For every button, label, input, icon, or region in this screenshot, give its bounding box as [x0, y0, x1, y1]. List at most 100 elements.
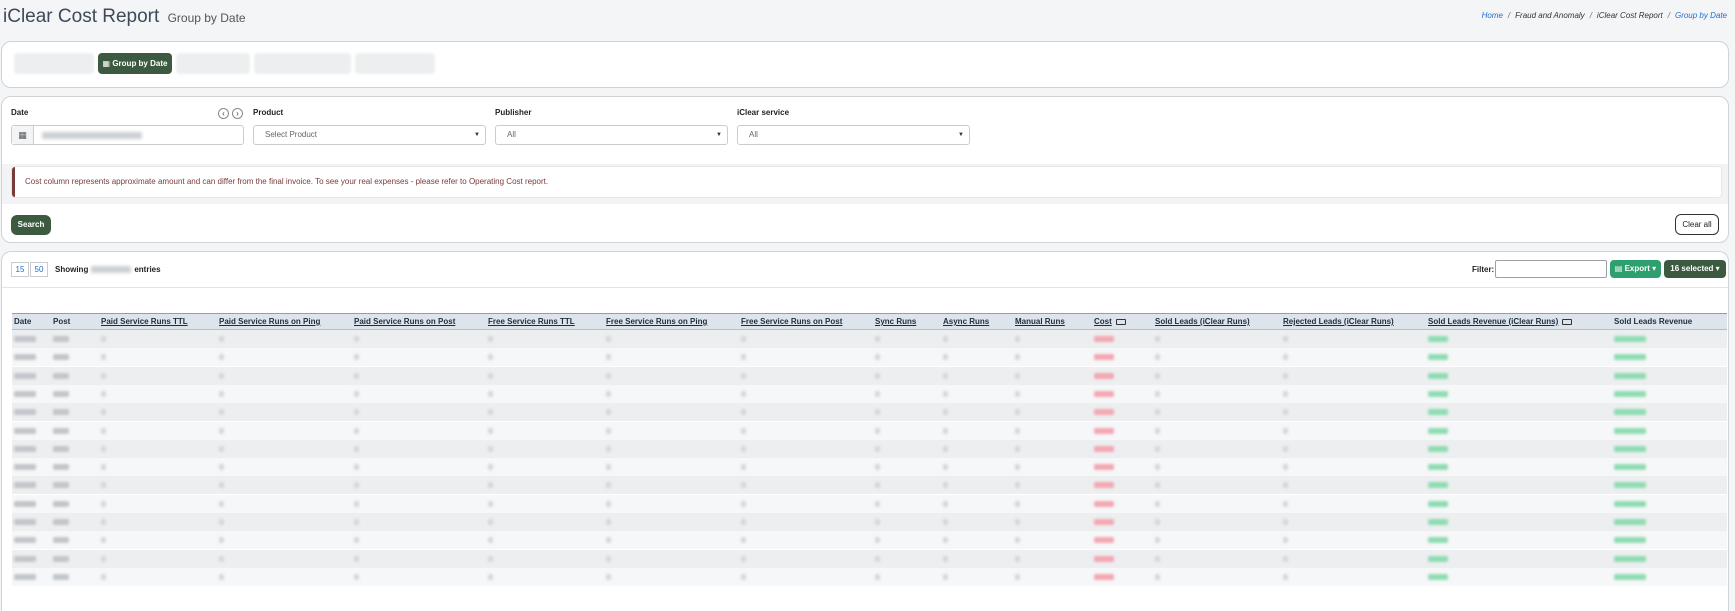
- table-row: [12, 421, 1727, 440]
- table-cell-blurred: [1015, 409, 1020, 416]
- column-header-free-post[interactable]: Free Service Runs on Post: [741, 317, 842, 326]
- table-cell-blurred: [354, 519, 359, 525]
- service-select[interactable]: All ▼: [737, 125, 970, 145]
- table-row: [12, 513, 1727, 531]
- tab-group-by-date[interactable]: ▦ Group by Date: [98, 53, 172, 74]
- table-row: [12, 403, 1727, 422]
- table-cell-blurred: [1428, 390, 1448, 397]
- table-cell-blurred: [1155, 390, 1160, 397]
- arrow-right-icon[interactable]: ›: [232, 108, 243, 119]
- table-row: [12, 531, 1727, 550]
- product-select-placeholder: Select Product: [265, 130, 318, 139]
- table-cell-blurred: [741, 354, 746, 361]
- table-row: [12, 476, 1727, 495]
- product-select[interactable]: Select Product ▼: [253, 125, 486, 145]
- column-header-free-ping[interactable]: Free Service Runs on Ping: [606, 317, 707, 326]
- clear-all-button[interactable]: Clear all: [1675, 214, 1719, 235]
- table-cell-blurred: [741, 445, 746, 452]
- table-cell-blurred: [354, 555, 359, 562]
- table-cell-blurred: [1094, 537, 1114, 544]
- table-cell-blurred: [14, 537, 36, 544]
- column-header-sold-revenue[interactable]: Sold Leads Revenue: [1614, 317, 1692, 326]
- arrow-left-icon[interactable]: ‹: [218, 108, 229, 119]
- table-cell-blurred: [943, 573, 948, 580]
- table-cell-blurred: [1015, 537, 1020, 544]
- table-cell-blurred: [1283, 336, 1288, 342]
- table-cell-blurred: [101, 445, 106, 452]
- breadcrumb-report[interactable]: iClear Cost Report: [1597, 11, 1663, 20]
- table-cell-blurred: [606, 372, 611, 379]
- table-cell-blurred: [1428, 555, 1448, 562]
- table-cell-blurred: [1015, 445, 1020, 452]
- column-header-cost[interactable]: Cost: [1094, 317, 1126, 326]
- table-cell-blurred: [354, 409, 359, 416]
- table-cell-blurred: [488, 500, 493, 507]
- column-header-free-ttl[interactable]: Free Service Runs TTL: [488, 317, 575, 326]
- entries-info: Showing entries: [55, 265, 161, 274]
- table-filter-label: Filter:: [1472, 265, 1495, 274]
- table-cell-blurred: [101, 336, 106, 342]
- table-cell-blurred: [14, 372, 36, 379]
- service-label: iClear service: [737, 108, 790, 117]
- column-header-async[interactable]: Async Runs: [943, 317, 989, 326]
- breadcrumb-fraud[interactable]: Fraud and Anomaly: [1515, 11, 1585, 20]
- page-size-50[interactable]: 50: [30, 262, 48, 277]
- table-cell-blurred: [1015, 464, 1020, 471]
- table-cell-blurred: [219, 390, 224, 397]
- tab-blurred-5[interactable]: [355, 53, 435, 74]
- export-button[interactable]: ▤ Export ▾: [1610, 260, 1661, 278]
- page-size-15[interactable]: 15: [11, 262, 29, 277]
- breadcrumb-home[interactable]: Home: [1482, 11, 1503, 20]
- table-cell-blurred: [1283, 482, 1288, 489]
- tab-blurred-1[interactable]: [14, 53, 94, 74]
- tabs-card: ▦ Group by Date: [1, 41, 1729, 88]
- table-cell-blurred: [101, 555, 106, 562]
- table-cell-blurred: [741, 573, 746, 580]
- column-header-sold-leads[interactable]: Sold Leads (iClear Runs): [1155, 317, 1250, 326]
- table-row: [12, 384, 1727, 403]
- table-cell-blurred: [606, 354, 611, 361]
- table-cell-blurred: [1094, 372, 1114, 379]
- table-cell-blurred: [741, 537, 746, 544]
- table-cell-blurred: [741, 372, 746, 379]
- publisher-select-value: All: [507, 130, 516, 139]
- tab-blurred-4[interactable]: [254, 53, 351, 74]
- table-cell-blurred: [53, 445, 69, 452]
- table-cell-blurred: [606, 500, 611, 507]
- table-cell-blurred: [1283, 427, 1288, 434]
- table-cell-blurred: [488, 537, 493, 544]
- table-cell-blurred: [219, 482, 224, 489]
- table-cell-blurred: [1155, 336, 1160, 342]
- table-filter-input[interactable]: [1495, 260, 1607, 278]
- column-header-sold-revenue-iclear[interactable]: Sold Leads Revenue (iClear Runs): [1428, 317, 1573, 326]
- column-header-manual[interactable]: Manual Runs: [1015, 317, 1065, 326]
- chevron-down-icon: ▼: [958, 132, 964, 138]
- tab-blurred-3[interactable]: [176, 53, 250, 74]
- table-header: Date Post Paid Service Runs TTL Paid Ser…: [12, 313, 1727, 330]
- table-cell-blurred: [741, 464, 746, 471]
- column-header-sync[interactable]: Sync Runs: [875, 317, 916, 326]
- table-cell-blurred: [875, 464, 880, 471]
- column-header-rejected-leads[interactable]: Rejected Leads (iClear Runs): [1283, 317, 1394, 326]
- table-cell-blurred: [875, 500, 880, 507]
- table-cell-blurred: [606, 445, 611, 452]
- table-cell-blurred: [1614, 482, 1646, 489]
- table-cell-blurred: [53, 500, 69, 507]
- breadcrumb-current: Group by Date: [1674, 11, 1727, 20]
- table-cell-blurred: [1283, 500, 1288, 507]
- table-cell-blurred: [488, 445, 493, 452]
- table-row: [12, 458, 1727, 477]
- table-cell-blurred: [1155, 372, 1160, 379]
- date-range-input[interactable]: ▦: [11, 125, 244, 145]
- column-header-date[interactable]: Date: [14, 317, 31, 326]
- search-button[interactable]: Search: [11, 215, 51, 235]
- column-header-paid-post[interactable]: Paid Service Runs on Post: [354, 317, 455, 326]
- table-cell-blurred: [354, 500, 359, 507]
- table-cell-blurred: [1094, 500, 1114, 507]
- publisher-select[interactable]: All ▼: [495, 125, 728, 145]
- column-header-paid-ttl[interactable]: Paid Service Runs TTL: [101, 317, 188, 326]
- column-header-post[interactable]: Post: [53, 317, 70, 326]
- columns-selected-button[interactable]: 16 selected ▾: [1664, 260, 1726, 278]
- column-header-paid-ping[interactable]: Paid Service Runs on Ping: [219, 317, 320, 326]
- table-cell-blurred: [101, 573, 106, 580]
